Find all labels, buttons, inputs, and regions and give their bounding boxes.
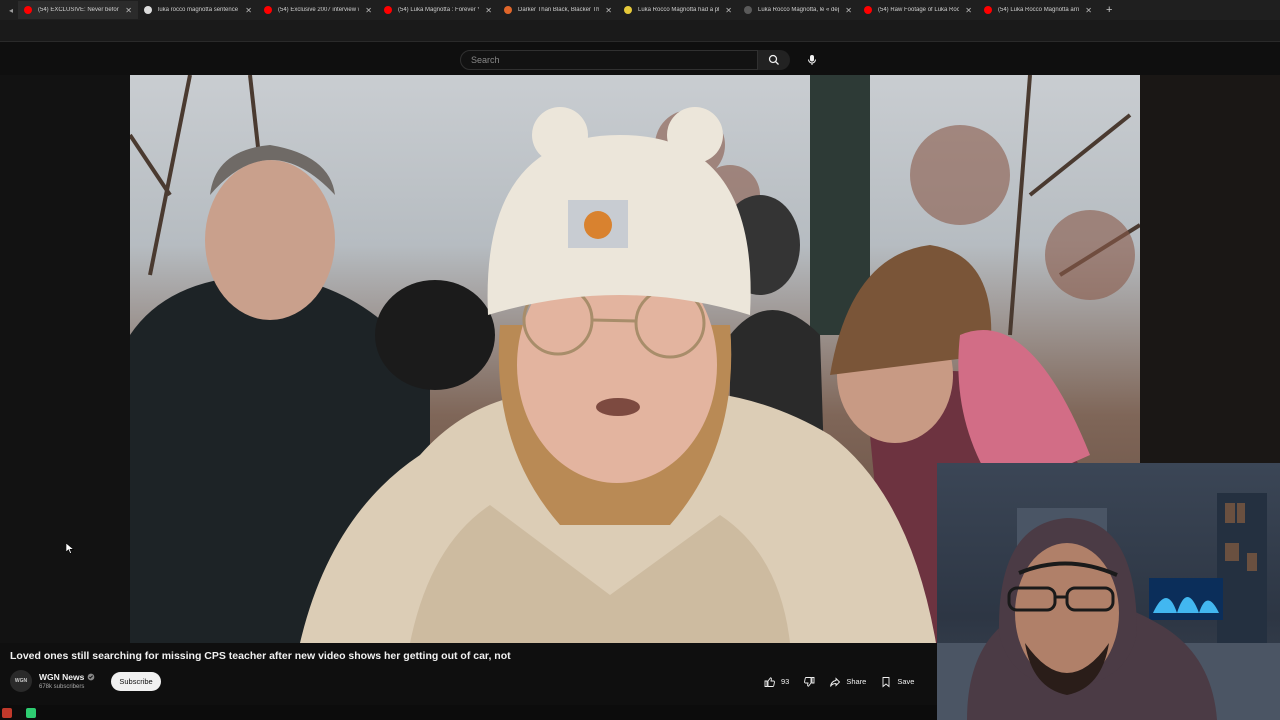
voice-search-button[interactable] — [800, 48, 824, 72]
left-margin — [0, 75, 130, 643]
share-label: Share — [846, 677, 867, 686]
tab-close-icon[interactable]: ✕ — [1085, 6, 1092, 15]
tab-title: (54) EXCLUSIVE: Never before — [38, 7, 120, 13]
browser-tab[interactable]: Darker Than Black, Blacker Th ✕ — [498, 1, 618, 19]
taskbar-app-icon[interactable] — [26, 708, 36, 718]
video-title: Loved ones still searching for missing C… — [10, 650, 511, 662]
browser-tab-bar: ◂ (54) EXCLUSIVE: Never before ✕ luka rocc… — [0, 0, 1280, 20]
save-button[interactable]: Save — [876, 672, 918, 691]
taskbar — [0, 705, 937, 720]
subscribe-button[interactable]: Subscribe — [111, 671, 161, 691]
search-icon — [768, 54, 779, 65]
channel-info: WGN News 678k subscribers — [39, 672, 95, 690]
thumbs-down-icon — [804, 676, 815, 687]
video-actions: 93 Share Save — [760, 672, 924, 691]
tab-favicon-icon — [384, 6, 392, 14]
tab-close-icon[interactable]: ✕ — [845, 6, 852, 15]
browser-tab[interactable]: (54) Luka Rocco Magnotta arriv ✕ — [978, 1, 1098, 19]
address-bar-area — [0, 20, 1280, 42]
tab-close-icon[interactable]: ✕ — [125, 6, 132, 15]
channel-avatar[interactable]: WGN — [10, 670, 32, 692]
tab-title: (54) Raw Footage of Luka Rocc — [878, 7, 960, 13]
browser-tab[interactable]: (54) Raw Footage of Luka Rocc ✕ — [858, 1, 978, 19]
tab-close-icon[interactable]: ✕ — [485, 6, 492, 15]
mic-icon — [808, 55, 816, 65]
tab-title: (54) Luka Rocco Magnotta arriv — [998, 7, 1080, 13]
tab-favicon-icon — [144, 6, 152, 14]
tab-close-icon[interactable]: ✕ — [365, 6, 372, 15]
search-placeholder: Search — [471, 55, 500, 65]
tab-title: (54) Exclusive 2007 interview w — [278, 7, 360, 13]
tab-favicon-icon — [504, 6, 512, 14]
webcam-overlay — [937, 463, 1280, 720]
save-label: Save — [897, 677, 915, 686]
tab-favicon-icon — [864, 6, 872, 14]
webcam-scene — [937, 493, 1280, 720]
tab-close-icon[interactable]: ✕ — [605, 6, 612, 15]
tab-title: (54) Luka Magnotta : Forever Yo — [398, 7, 480, 13]
tab-title: Darker Than Black, Blacker Th — [518, 7, 600, 13]
tab-favicon-icon — [984, 6, 992, 14]
tab-favicon-icon — [264, 6, 272, 14]
browser-tab[interactable]: (54) EXCLUSIVE: Never before ✕ — [18, 1, 138, 19]
channel-row: WGN WGN News 678k subscribers Subscribe — [10, 668, 161, 694]
dislike-button[interactable] — [799, 672, 819, 691]
bookmark-icon — [882, 676, 890, 687]
share-icon — [830, 676, 841, 687]
share-button[interactable]: Share — [825, 672, 870, 691]
tab-title: Luka Rocco Magnotta had a pl — [638, 7, 720, 13]
channel-avatar-text: WGN — [14, 678, 28, 684]
mouse-cursor-icon — [66, 543, 74, 554]
tab-title: luka rocco magnotta sentence — [158, 7, 239, 13]
search-input[interactable]: Search — [460, 50, 758, 70]
tab-close-icon[interactable]: ✕ — [245, 6, 252, 15]
browser-tab[interactable]: Luka Rocco Magnotta, le « dép ✕ — [738, 1, 858, 19]
like-button[interactable]: 93 — [760, 672, 793, 691]
tab-close-icon[interactable]: ✕ — [725, 6, 732, 15]
tab-favicon-icon — [624, 6, 632, 14]
subscriber-count: 678k subscribers — [39, 684, 85, 690]
tab-favicon-icon — [24, 6, 32, 14]
tab-title: Luka Rocco Magnotta, le « dép — [758, 7, 840, 13]
channel-name[interactable]: WGN News — [39, 672, 84, 682]
new-tab-button[interactable]: + — [1106, 4, 1112, 16]
tab-close-icon[interactable]: ✕ — [965, 6, 972, 15]
browser-tab[interactable]: (54) Exclusive 2007 interview w ✕ — [258, 1, 378, 19]
youtube-header: Search — [0, 42, 1280, 75]
like-count: 93 — [781, 677, 790, 686]
tab-favicon-icon — [744, 6, 752, 14]
tab-nav-icon[interactable]: ◂ — [4, 2, 18, 18]
browser-tab[interactable]: luka rocco magnotta sentence ✕ — [138, 1, 258, 19]
browser-tab[interactable]: Luka Rocco Magnotta had a pl ✕ — [618, 1, 738, 19]
browser-tab[interactable]: (54) Luka Magnotta : Forever Yo ✕ — [378, 1, 498, 19]
verified-icon — [88, 673, 95, 681]
taskbar-app-icon[interactable] — [2, 708, 12, 718]
right-margin — [1140, 75, 1280, 465]
search-button[interactable] — [758, 50, 790, 70]
thumbs-up-icon — [764, 676, 775, 687]
